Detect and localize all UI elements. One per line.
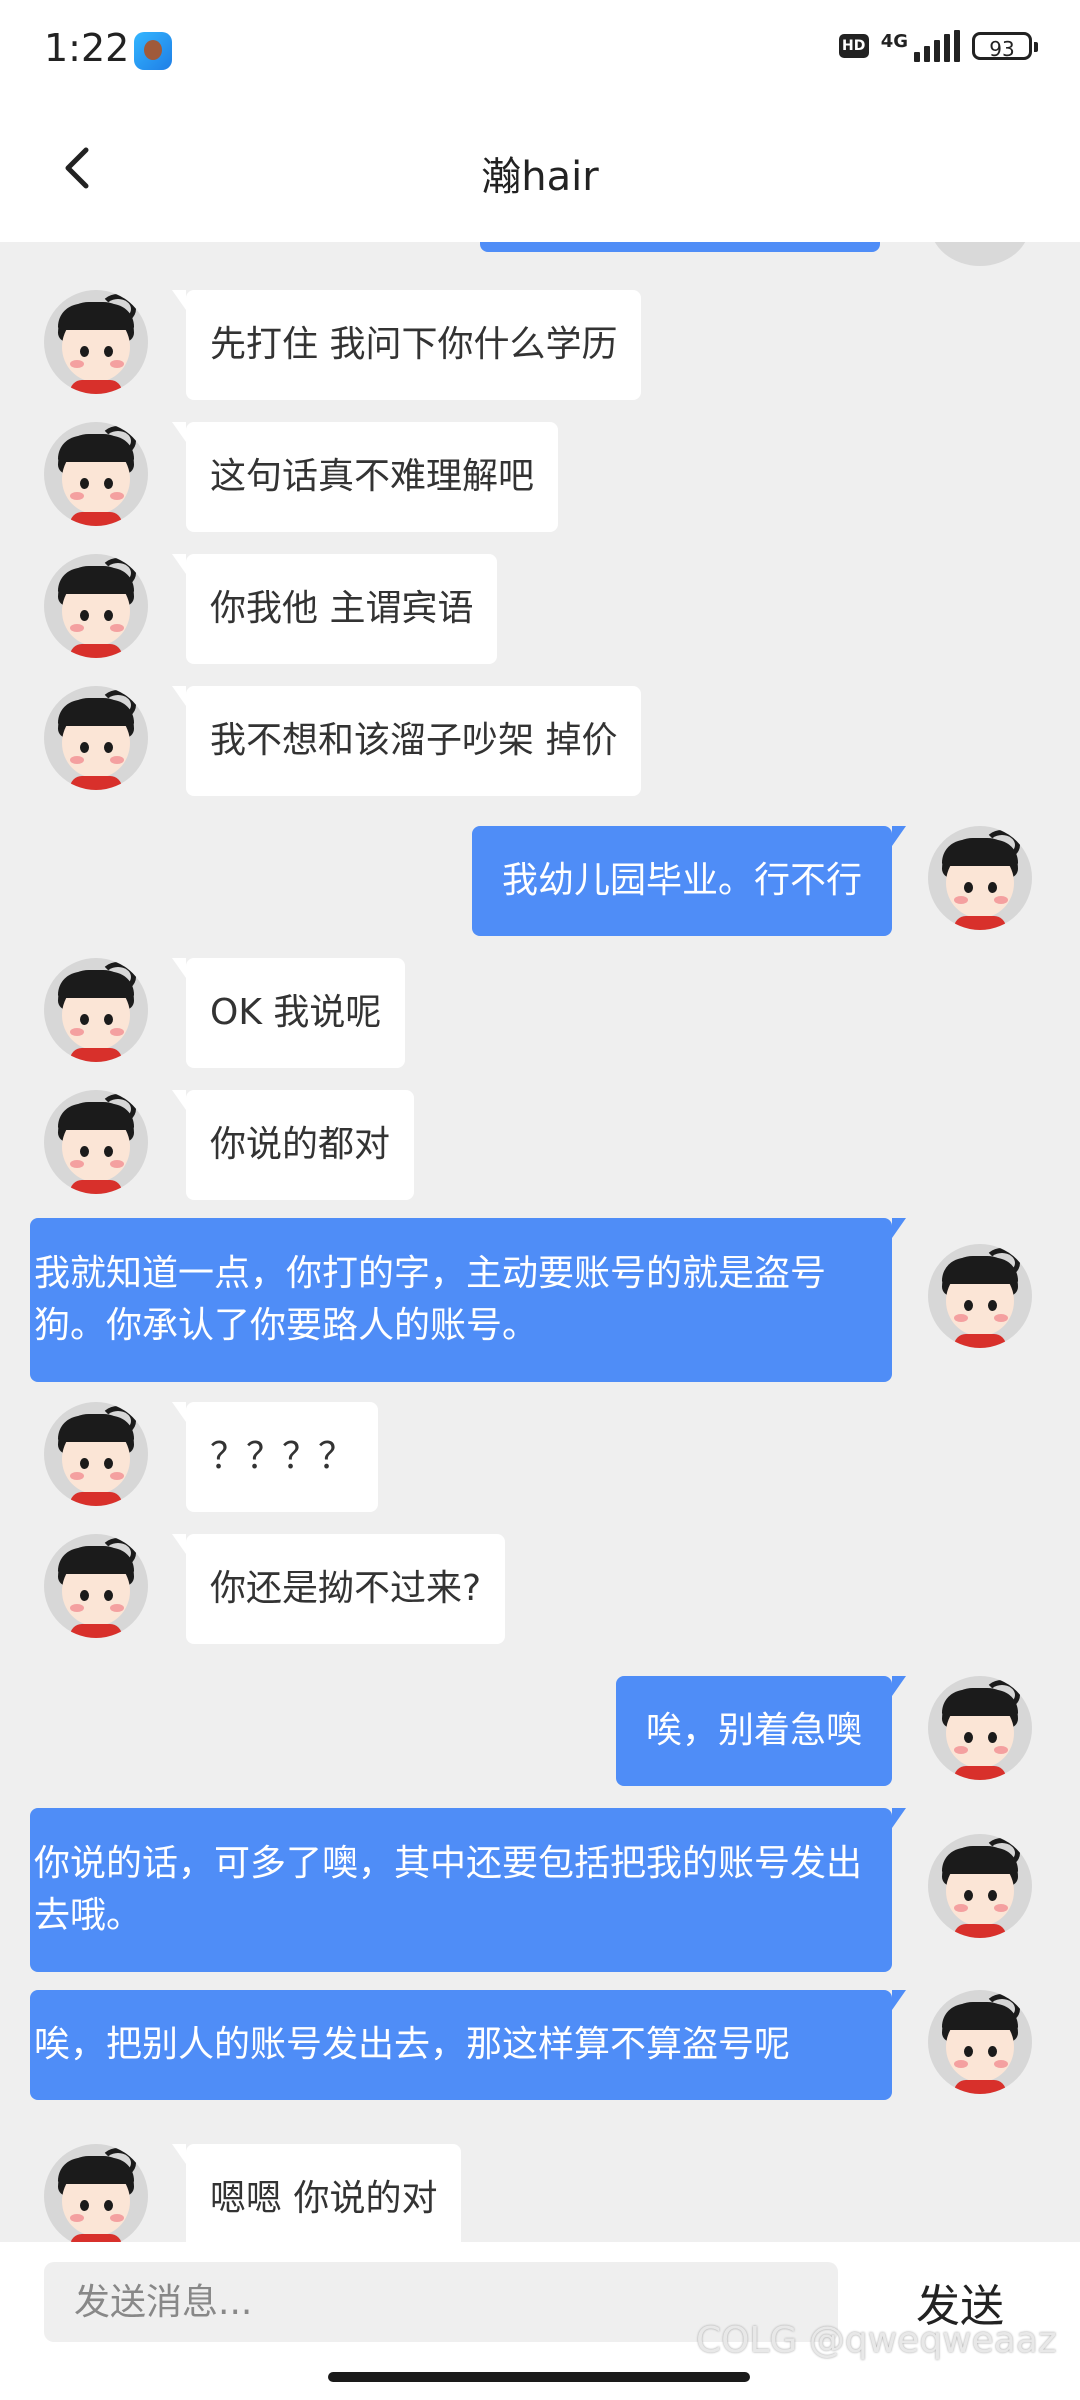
message-bubble-partial <box>480 242 880 252</box>
network-type-label: 4G <box>880 30 908 52</box>
avatar[interactable] <box>44 290 148 394</box>
avatar-own[interactable] <box>928 1990 1032 2094</box>
message-bubble[interactable]: OK 我说呢 <box>171 958 406 1068</box>
message-bubble[interactable]: 先打住 我问下你什么学历 <box>171 290 642 400</box>
message-bubble[interactable]: 嗯嗯 你说的对 <box>171 2144 462 2242</box>
status-bar: 1:22 HD 4G 93 <box>0 0 1080 100</box>
avatar[interactable] <box>44 958 148 1062</box>
message-bubble-own[interactable]: 我幼儿园毕业。行不行 <box>471 826 907 936</box>
message-bubble-own[interactable]: 我就知道一点，你打的字，主动要账号的就是盗号狗。你承认了你要路人的账号。 <box>30 1218 906 1382</box>
message-bubble[interactable]: 这句话真不难理解吧 <box>171 422 559 532</box>
app-notification-icon <box>134 32 172 70</box>
message-bubble[interactable]: 你说的都对 <box>171 1090 415 1200</box>
status-time: 1:22 <box>44 26 130 70</box>
message-bubble[interactable]: 你还是拗不过来? <box>171 1534 506 1644</box>
hd-icon: HD <box>838 34 869 58</box>
message-bubble[interactable]: ？？？？ <box>171 1402 379 1512</box>
message-bubble[interactable]: 我不想和该溜子吵架 掉价 <box>171 686 642 796</box>
message-bubble[interactable]: 你我他 主谓宾语 <box>171 554 498 664</box>
status-indicators: HD 4G 93 <box>838 30 1038 62</box>
battery-icon: 93 <box>972 32 1038 61</box>
avatar[interactable] <box>44 2144 148 2242</box>
avatar[interactable] <box>44 554 148 658</box>
avatar[interactable] <box>44 422 148 526</box>
avatar[interactable] <box>44 1402 148 1506</box>
home-indicator[interactable] <box>328 2372 750 2382</box>
avatar-partial <box>930 242 1030 266</box>
chat-header: 瀚hair <box>0 100 1080 242</box>
chat-title: 瀚hair <box>481 154 599 200</box>
message-list[interactable]: 先打住 我问下你什么学历 这句话真不难理解吧 你我他 主谓宾语 我不想和该溜子吵… <box>0 242 1080 2242</box>
watermark: COLG @qweqweaaz <box>696 2320 1057 2361</box>
avatar-own[interactable] <box>928 1834 1032 1938</box>
avatar[interactable] <box>44 1534 148 1638</box>
avatar-own[interactable] <box>928 1244 1032 1348</box>
message-bubble-own[interactable]: 唉，把别人的账号发出去，那这样算不算盗号呢 <box>30 1990 906 2100</box>
avatar-own[interactable] <box>928 1676 1032 1780</box>
avatar[interactable] <box>44 1090 148 1194</box>
avatar-own[interactable] <box>928 826 1032 930</box>
signal-icon <box>914 30 960 62</box>
message-bubble-own[interactable]: 你说的话，可多了噢，其中还要包括把我的账号发出去哦。 <box>30 1808 906 1972</box>
avatar[interactable] <box>44 686 148 790</box>
message-bubble-own[interactable]: 唉，别着急噢 <box>615 1676 907 1786</box>
